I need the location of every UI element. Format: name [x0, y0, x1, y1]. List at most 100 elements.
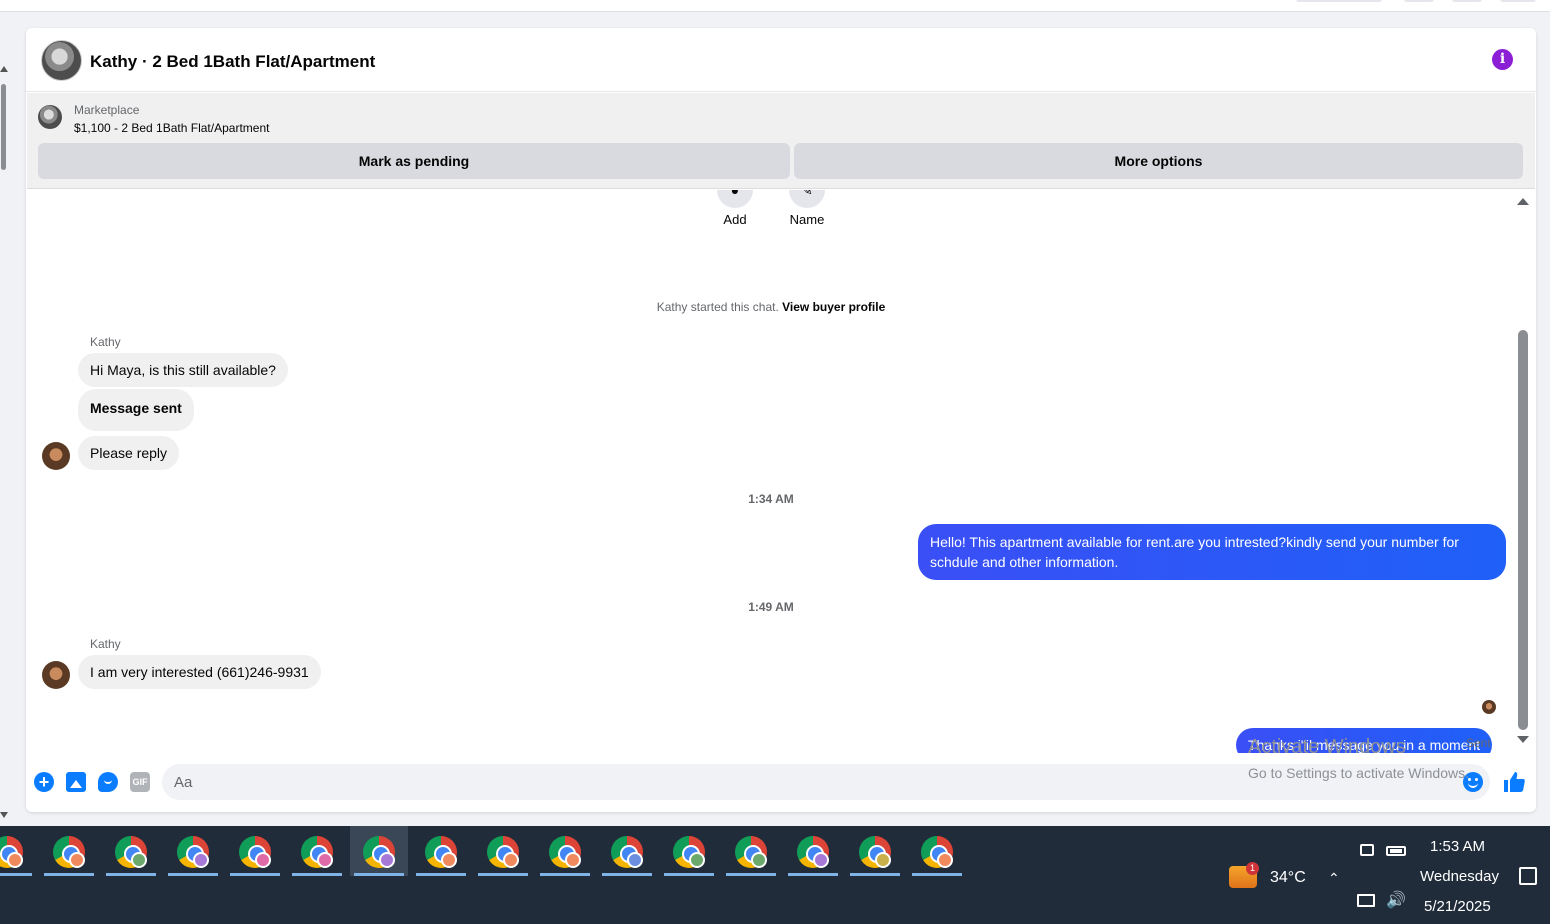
- marketplace-label: Marketplace: [74, 103, 140, 117]
- running-indicator: [354, 873, 404, 876]
- taskbar-chrome-app[interactable]: [536, 826, 594, 876]
- temperature[interactable]: 34°C: [1270, 869, 1306, 887]
- scroll-up-arrow[interactable]: [0, 66, 8, 72]
- meet-now-icon[interactable]: [1360, 844, 1374, 856]
- incoming-message[interactable]: Hi Maya, is this still available?: [78, 353, 288, 387]
- network-icon[interactable]: [1357, 894, 1375, 907]
- clock-time[interactable]: 1:53 AM: [1430, 838, 1485, 855]
- chat-started-notice: Kathy started this chat. View buyer prof…: [656, 300, 886, 314]
- listing-avatar[interactable]: [41, 40, 82, 81]
- view-buyer-profile-link[interactable]: View buyer profile: [782, 300, 885, 314]
- top-pill: [1296, 0, 1382, 2]
- message-input[interactable]: [162, 764, 1490, 800]
- profile-badge-icon: [689, 852, 705, 868]
- scroll-down-arrow[interactable]: [1517, 736, 1529, 743]
- taskbar-chrome-app[interactable]: [412, 826, 470, 876]
- profile-badge-icon: [7, 852, 23, 868]
- top-pill: [1452, 0, 1482, 2]
- profile-badge-icon: [131, 852, 147, 868]
- chat-header: Kathy · 2 Bed 1Bath Flat/Apartment i: [26, 28, 1536, 92]
- profile-badge-icon: [875, 852, 891, 868]
- browser-top-bar: [0, 0, 1550, 12]
- volume-icon[interactable]: 🔊: [1386, 890, 1406, 910]
- taskbar-chrome-app[interactable]: [784, 826, 842, 876]
- profile-badge-icon: [751, 852, 767, 868]
- running-indicator: [726, 873, 776, 876]
- sender-name: Kathy: [90, 335, 121, 349]
- incoming-message[interactable]: Message sent: [78, 389, 194, 431]
- profile-badge-icon: [565, 852, 581, 868]
- message-status: Sent: [1466, 736, 1491, 750]
- running-indicator: [168, 873, 218, 876]
- clock-date[interactable]: 5/21/2025: [1424, 898, 1491, 915]
- plus-icon[interactable]: +: [34, 772, 54, 792]
- message-scrollbar[interactable]: [1513, 190, 1533, 753]
- scroll-thumb[interactable]: [1518, 330, 1528, 730]
- taskbar-chrome-app[interactable]: [722, 826, 780, 876]
- profile-badge-icon: [441, 852, 457, 868]
- mark-as-pending-button[interactable]: Mark as pending: [38, 143, 790, 179]
- message-composer: + GIF: [26, 756, 1536, 812]
- running-indicator: [478, 873, 528, 876]
- outgoing-message[interactable]: Thanks i"il message you in a moment: [1236, 728, 1493, 753]
- chat-title[interactable]: Kathy · 2 Bed 1Bath Flat/Apartment: [90, 52, 375, 72]
- running-indicator: [788, 873, 838, 876]
- running-indicator: [292, 873, 342, 876]
- marketplace-listing-bar: Marketplace $1,100 - 2 Bed 1Bath Flat/Ap…: [27, 93, 1535, 189]
- taskbar-chrome-app[interactable]: [0, 826, 36, 876]
- taskbar-chrome-app[interactable]: [288, 826, 346, 876]
- scroll-thumb[interactable]: [1, 84, 6, 170]
- message-timestamp: 1:49 AM: [748, 600, 794, 614]
- top-pill: [1500, 0, 1536, 2]
- running-indicator: [106, 873, 156, 876]
- profile-badge-icon: [503, 852, 519, 868]
- running-indicator: [416, 873, 466, 876]
- sender-name: Kathy: [90, 637, 121, 651]
- profile-badge-icon: [627, 852, 643, 868]
- page-scrollbar[interactable]: [0, 60, 8, 820]
- taskbar-chrome-app[interactable]: [102, 826, 160, 876]
- more-options-button[interactable]: More options: [794, 143, 1523, 179]
- taskbar-chrome-app[interactable]: [474, 826, 532, 876]
- taskbar-chrome-app[interactable]: [846, 826, 904, 876]
- profile-badge-icon: [69, 852, 85, 868]
- running-indicator: [850, 873, 900, 876]
- listing-price-title[interactable]: $1,100 - 2 Bed 1Bath Flat/Apartment: [74, 121, 269, 135]
- emoji-icon[interactable]: [1463, 772, 1483, 792]
- outgoing-message[interactable]: Hello! This apartment available for rent…: [918, 524, 1506, 580]
- taskbar-chrome-app[interactable]: [40, 826, 98, 876]
- profile-badge-icon: [813, 852, 829, 868]
- notifications-icon[interactable]: [1519, 867, 1537, 885]
- running-indicator: [0, 873, 32, 876]
- battery-icon[interactable]: [1386, 846, 1406, 856]
- taskbar-chrome-app[interactable]: [226, 826, 284, 876]
- add-label: Add: [723, 212, 747, 227]
- thumbs-up-icon[interactable]: [1502, 770, 1526, 794]
- taskbar-chrome-app[interactable]: [908, 826, 966, 876]
- chevron-up-icon[interactable]: ⌃: [1328, 870, 1340, 887]
- weather-alert-badge: 1: [1246, 862, 1259, 875]
- incoming-message[interactable]: Please reply: [78, 436, 180, 470]
- clock-day[interactable]: Wednesday: [1420, 868, 1499, 885]
- read-receipt-avatar: [1482, 700, 1496, 714]
- sender-avatar[interactable]: [42, 442, 70, 470]
- gif-icon[interactable]: GIF: [130, 772, 150, 792]
- sticker-icon[interactable]: [98, 772, 118, 792]
- photo-icon[interactable]: [66, 772, 86, 792]
- running-indicator: [602, 873, 652, 876]
- incoming-message[interactable]: I am very interested (661)246-9931: [78, 655, 321, 689]
- listing-thumbnail[interactable]: [38, 105, 62, 129]
- profile-badge-icon: [937, 852, 953, 868]
- running-indicator: [540, 873, 590, 876]
- taskbar-chrome-app[interactable]: [598, 826, 656, 876]
- taskbar-chrome-app[interactable]: [164, 826, 222, 876]
- scroll-down-arrow[interactable]: [0, 812, 8, 818]
- scroll-up-arrow[interactable]: [1517, 198, 1529, 205]
- profile-badge-icon: [193, 852, 209, 868]
- profile-badge-icon: [255, 852, 271, 868]
- info-icon[interactable]: i: [1492, 49, 1513, 70]
- sender-avatar[interactable]: [42, 661, 70, 689]
- profile-badge-icon: [317, 852, 333, 868]
- taskbar-chrome-app[interactable]: [660, 826, 718, 876]
- taskbar-chrome-app[interactable]: [350, 826, 408, 876]
